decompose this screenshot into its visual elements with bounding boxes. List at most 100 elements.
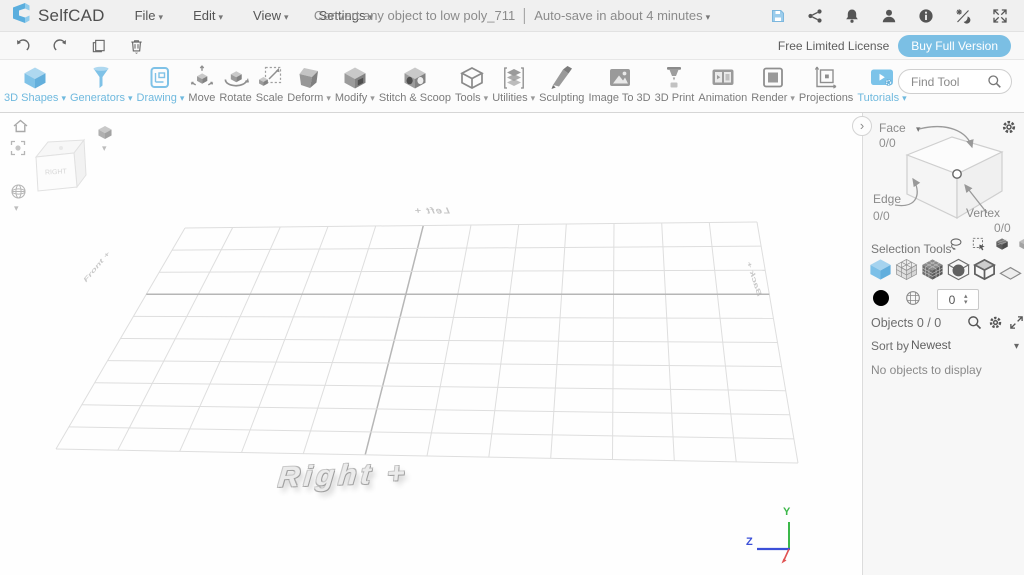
chevron-down-icon[interactable]: ▾ [14, 203, 19, 214]
sphere-in-cube-select-icon[interactable] [946, 257, 971, 282]
wireframe-cube-select-icon[interactable] [894, 257, 919, 282]
buy-full-version-button[interactable]: Buy Full Version [898, 35, 1011, 57]
menu-file[interactable]: File [135, 8, 163, 23]
topbar-icon-group [770, 8, 1024, 24]
modify-icon [342, 63, 368, 92]
chevron-down-icon[interactable]: ▾ [102, 143, 107, 154]
tutorials-icon [869, 63, 895, 92]
quick-action-bar: Free Limited License Buy Full Version [0, 32, 1024, 60]
tool-drawing[interactable]: Drawing [135, 63, 187, 104]
selfcad-logo-icon [10, 2, 32, 29]
tool-deform[interactable]: Deform [285, 63, 333, 104]
color-swatch[interactable] [873, 290, 889, 306]
deform-icon [296, 63, 322, 92]
precision-input[interactable] [940, 293, 964, 307]
edge-label: Edge [873, 192, 901, 206]
lasso-select-icon[interactable] [949, 237, 963, 251]
sort-order-select[interactable]: Newest [911, 338, 1019, 352]
axis-lines [745, 508, 805, 570]
main-toolbar-items: 3D ShapesGeneratorsDrawingMoveRotateScal… [2, 63, 909, 104]
chevron-down-icon [528, 92, 536, 104]
cube-select-icon[interactable] [868, 257, 893, 282]
chevron-down-icon [156, 8, 164, 23]
menu-label: View [253, 8, 281, 23]
tool-rotate[interactable]: Rotate [217, 63, 253, 104]
selection-helper-diagram [889, 125, 1021, 235]
tool-stitch-scoop[interactable]: Stitch & Scoop [377, 63, 453, 104]
search-icon[interactable] [987, 74, 1002, 89]
theme-toggle-icon[interactable] [955, 8, 971, 24]
menu-view[interactable]: View [253, 8, 288, 23]
tool-sculpting[interactable]: Sculpting [537, 63, 586, 104]
viewport-3d[interactable]: ▾ ▾ RIGHT Left + Front + Back + Right + [0, 113, 861, 575]
copy-icon[interactable] [91, 38, 106, 54]
chevron-down-icon [58, 92, 66, 104]
tool-label: Animation [698, 92, 747, 104]
marquee-select-icon[interactable] [972, 237, 986, 251]
chevron-down-icon [367, 92, 375, 104]
tool-render[interactable]: Render [749, 63, 797, 104]
tool-modify[interactable]: Modify [333, 63, 377, 104]
menu-edit[interactable]: Edit [193, 8, 223, 23]
axis-indicator: Y Z [745, 508, 805, 570]
expand-icon[interactable] [1009, 315, 1024, 330]
stepper-arrows[interactable]: ▴▾ [964, 294, 968, 306]
frame-selection-icon[interactable] [10, 140, 26, 156]
settings-gear-icon[interactable] [988, 315, 1003, 330]
dense-mesh-select-icon[interactable] [920, 257, 945, 282]
tool-tools[interactable]: Tools [453, 63, 490, 104]
share-icon[interactable] [807, 8, 823, 24]
tool-label: Render [751, 92, 795, 104]
rotate-icon [223, 63, 249, 92]
tool-label: Projections [799, 92, 853, 104]
open-cube-select-icon[interactable] [972, 257, 997, 282]
orbit-globe-icon[interactable] [10, 183, 27, 200]
tool-move[interactable]: Move [186, 63, 217, 104]
fullscreen-icon[interactable] [992, 8, 1008, 24]
bell-icon[interactable] [844, 8, 860, 24]
selfcad-logo[interactable]: SelfCAD [0, 2, 105, 29]
search-icon[interactable] [967, 315, 982, 330]
redo-icon[interactable] [53, 38, 68, 54]
perspective-mode-icon[interactable] [96, 124, 114, 141]
print-icon [661, 63, 687, 92]
animation-icon [710, 63, 736, 92]
find-tool-input[interactable] [911, 75, 987, 89]
delete-icon[interactable] [129, 38, 144, 54]
vertex-count: 0/0 [994, 221, 1011, 235]
right-panel: › Face 0/0 Edge 0/0 Vertex 0/0 Selection… [862, 113, 1024, 575]
tool-3d-shapes[interactable]: 3D Shapes [2, 63, 68, 104]
tool-projections[interactable]: Projections [797, 63, 855, 104]
selection-mode-icons [868, 257, 1023, 282]
sculpting-icon [549, 63, 575, 92]
plane-select-icon[interactable] [998, 257, 1023, 282]
save-icon[interactable] [770, 8, 786, 24]
cube-blue-icon [22, 63, 48, 92]
mesh-sphere-icon[interactable] [905, 290, 921, 306]
drawing-icon [147, 63, 173, 92]
autosave-status[interactable]: Auto-save in about 4 minutes [534, 8, 710, 23]
tool-scale[interactable]: Scale [254, 63, 286, 104]
view-cube[interactable]: RIGHT [26, 131, 96, 202]
tool-label: Scale [256, 92, 284, 104]
top-menu-bar: SelfCAD FileEditViewSettings Convert any… [0, 0, 1024, 32]
selection-utility-icons [949, 237, 1024, 251]
tool-label: Deform [287, 92, 331, 104]
autosave-label: Auto-save in about 4 minutes [534, 8, 702, 23]
tool-animation[interactable]: Animation [696, 63, 749, 104]
menu-label: Edit [193, 8, 215, 23]
axis-z-label: Z [746, 536, 753, 548]
user-icon[interactable] [881, 8, 897, 24]
find-tool-box[interactable] [898, 69, 1012, 94]
undo-icon[interactable] [15, 38, 30, 54]
precision-stepper[interactable]: ▴▾ [937, 289, 979, 310]
paint-select-icon[interactable] [995, 237, 1009, 251]
stepper-down-icon[interactable]: ▾ [964, 300, 968, 306]
tool-3d-print[interactable]: 3D Print [653, 63, 697, 104]
panel-collapse-chevron[interactable]: › [852, 116, 872, 136]
info-icon[interactable] [918, 8, 934, 24]
tool-utilities[interactable]: Utilities [490, 63, 537, 104]
tool-image-to-3d[interactable]: Image To 3D [586, 63, 652, 104]
tool-generators[interactable]: Generators [68, 63, 135, 104]
soft-select-icon[interactable] [1018, 237, 1024, 251]
